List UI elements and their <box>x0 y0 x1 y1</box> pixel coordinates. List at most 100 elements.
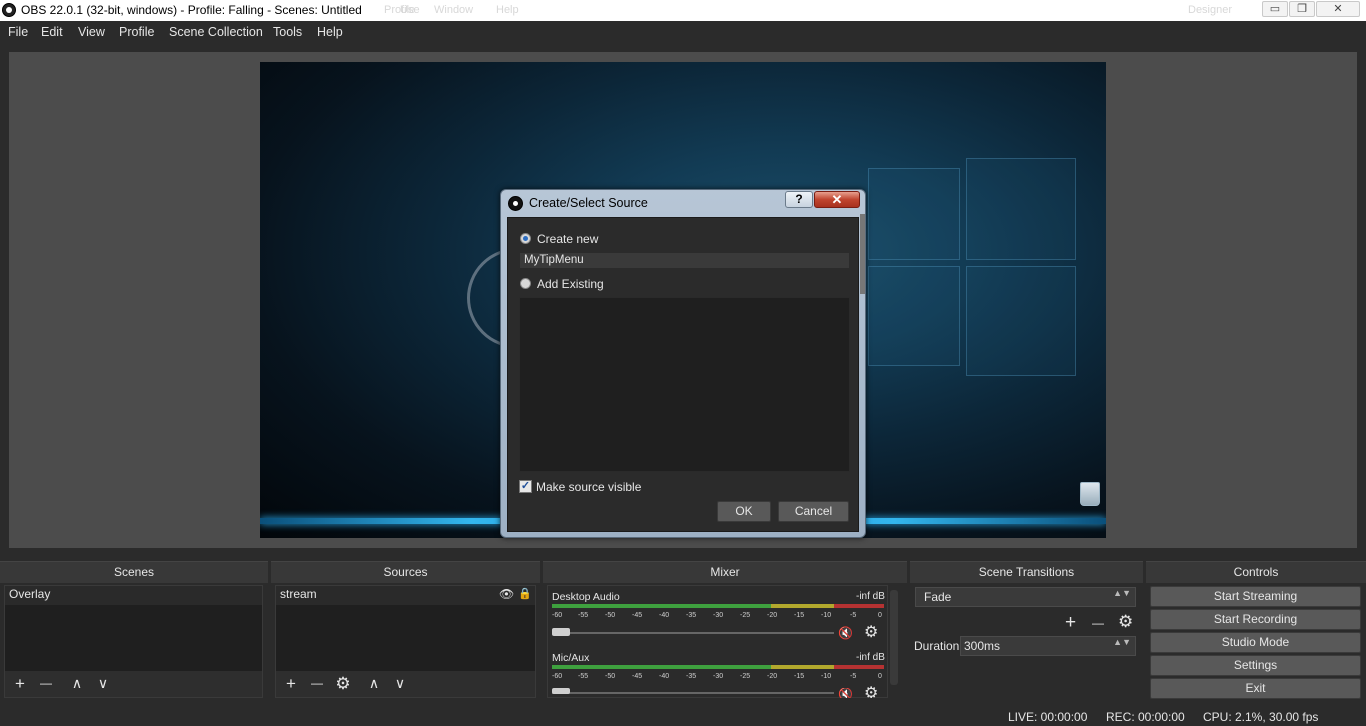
add-existing-label[interactable]: Add Existing <box>537 277 604 291</box>
add-scene-button[interactable]: + <box>11 675 29 693</box>
preview-scrollbar[interactable] <box>860 214 865 294</box>
desktop-audio-level: -inf dB <box>856 591 885 602</box>
obs-logo-icon <box>2 3 16 17</box>
make-visible-label[interactable]: Make source visible <box>536 480 641 494</box>
cancel-button[interactable]: Cancel <box>778 501 849 522</box>
updown-arrows-icon: ▲▼ <box>1113 588 1131 598</box>
lock-icon[interactable]: 🔒 <box>518 587 532 600</box>
exit-button[interactable]: Exit <box>1150 678 1361 699</box>
updown-arrows-icon[interactable]: ▲▼ <box>1113 638 1131 647</box>
desktop-audio-volume-track[interactable] <box>552 632 834 634</box>
mic-aux-scale: -60 -55 -50 -45 -40 -35 -30 -25 -20 -15 … <box>552 673 884 683</box>
source-name-input[interactable]: MyTipMenu <box>519 252 850 269</box>
menu-edit[interactable]: Edit <box>41 25 63 39</box>
menu-profile[interactable]: Profile <box>119 25 154 39</box>
create-new-radio[interactable] <box>520 233 531 244</box>
menu-file[interactable]: File <box>8 25 28 39</box>
mic-aux-volume-slider[interactable] <box>552 688 570 694</box>
create-new-label[interactable]: Create new <box>537 232 598 246</box>
source-item[interactable]: stream <box>276 586 535 605</box>
live-time-status: LIVE: 00:00:00 <box>1008 710 1088 724</box>
start-recording-button[interactable]: Start Recording <box>1150 609 1361 630</box>
close-dialog-button[interactable]: ✕ <box>814 191 860 208</box>
mic-aux-volume-track[interactable] <box>552 692 834 694</box>
scale-tick: -35 <box>686 673 697 680</box>
scale-tick: -45 <box>632 673 643 680</box>
existing-sources-list[interactable] <box>519 297 850 472</box>
mixer-scrollbar[interactable] <box>890 590 898 685</box>
desktop-audio-mute-icon[interactable]: 🔇 <box>838 627 854 639</box>
menu-tools[interactable]: Tools <box>273 25 302 39</box>
desktop-audio-name: Desktop Audio <box>552 591 620 603</box>
restore-button[interactable]: ❐ <box>1289 1 1315 17</box>
move-source-down-button[interactable]: ∨ <box>391 675 409 693</box>
mic-aux-mute-icon[interactable]: 🔇 <box>838 688 854 698</box>
ghost-menu-text: Window <box>434 4 474 16</box>
scale-tick: -60 <box>552 673 563 680</box>
add-transition-button[interactable]: + <box>1065 612 1076 634</box>
remove-scene-button[interactable]: — <box>37 675 55 693</box>
minimize-button[interactable]: ▭ <box>1262 1 1288 17</box>
desktop-audio-scale: -60 -55 -50 -45 -40 -35 -30 -25 -20 -15 … <box>552 612 884 622</box>
duration-value: 300ms <box>964 639 1001 653</box>
help-button[interactable]: ? <box>785 191 813 208</box>
transition-selected-value: Fade <box>924 590 952 604</box>
remove-source-button[interactable]: — <box>308 675 326 693</box>
title-bar: OBS 22.0.1 (32-bit, windows) - Profile: … <box>0 0 1366 21</box>
source-properties-gear-icon[interactable]: ⚙ <box>334 675 352 693</box>
settings-button[interactable]: Settings <box>1150 655 1361 676</box>
scale-tick: 0 <box>878 673 882 680</box>
wallpaper-window-pane <box>868 168 960 260</box>
transitions-dock-header: Scene Transitions <box>910 561 1143 583</box>
eye-icon[interactable]: 👁 <box>499 587 514 601</box>
move-scene-up-button[interactable]: ∧ <box>68 675 86 693</box>
transition-properties-gear-icon[interactable]: ⚙ <box>1118 612 1133 632</box>
scenes-dock-header: Scenes <box>0 561 268 583</box>
window-title: OBS 22.0.1 (32-bit, windows) - Profile: … <box>21 3 362 17</box>
scale-tick: -40 <box>659 673 670 680</box>
duration-spinbox[interactable]: 300ms ▲▼ <box>960 636 1136 656</box>
ok-button[interactable]: OK <box>717 501 771 522</box>
menu-bar: File Edit View Profile Scene Collection … <box>0 21 1366 44</box>
sources-list[interactable]: stream 👁 🔒 + — ⚙ ∧ ∨ <box>275 585 536 698</box>
transition-select[interactable]: Fade ▲▼ <box>915 587 1136 607</box>
ghost-menu-text: Use <box>400 4 420 16</box>
scale-tick: -20 <box>767 673 778 680</box>
add-source-button[interactable]: + <box>282 675 300 693</box>
scale-tick: -50 <box>605 612 616 619</box>
scale-tick: -35 <box>686 612 697 619</box>
cpu-fps-status: CPU: 2.1%, 30.00 fps <box>1203 710 1319 724</box>
scenes-list[interactable]: Overlay + — ∧ ∨ <box>4 585 263 698</box>
scale-tick: -20 <box>767 612 778 619</box>
mic-aux-gear-icon[interactable]: ⚙ <box>864 686 880 698</box>
scale-tick: -55 <box>578 612 589 619</box>
scale-tick: -10 <box>821 612 832 619</box>
rec-time-status: REC: 00:00:00 <box>1106 710 1185 724</box>
desktop-audio-volume-slider[interactable] <box>552 628 570 636</box>
wallpaper-window-pane <box>966 158 1076 260</box>
scale-tick: -10 <box>821 673 832 680</box>
menu-scene-collection[interactable]: Scene Collection <box>169 25 263 39</box>
remove-transition-button[interactable]: — <box>1092 616 1104 630</box>
desktop-audio-gear-icon[interactable]: ⚙ <box>864 625 880 641</box>
move-scene-down-button[interactable]: ∨ <box>94 675 112 693</box>
scenes-toolbar: + — ∧ ∨ <box>5 671 262 697</box>
menu-help[interactable]: Help <box>317 25 343 39</box>
add-existing-radio[interactable] <box>520 278 531 289</box>
close-window-button[interactable]: ✕ <box>1316 1 1360 17</box>
make-visible-checkbox[interactable]: ✓ <box>519 480 532 493</box>
sources-toolbar: + — ⚙ ∧ ∨ <box>276 671 535 697</box>
studio-mode-button[interactable]: Studio Mode <box>1150 632 1361 653</box>
obs-logo-icon <box>508 196 523 211</box>
start-streaming-button[interactable]: Start Streaming <box>1150 586 1361 607</box>
ghost-menu-text: Designer <box>1188 4 1233 16</box>
sources-dock-header: Sources <box>271 561 540 583</box>
dialog-body: Create new MyTipMenu Add Existing ✓ Make… <box>507 217 859 532</box>
menu-view[interactable]: View <box>78 25 105 39</box>
move-source-up-button[interactable]: ∧ <box>365 675 383 693</box>
recycle-bin-icon <box>1080 482 1100 506</box>
scale-tick: -25 <box>740 673 751 680</box>
mic-aux-meter <box>552 665 884 669</box>
scale-tick: -30 <box>713 673 724 680</box>
scene-item[interactable]: Overlay <box>5 586 262 605</box>
